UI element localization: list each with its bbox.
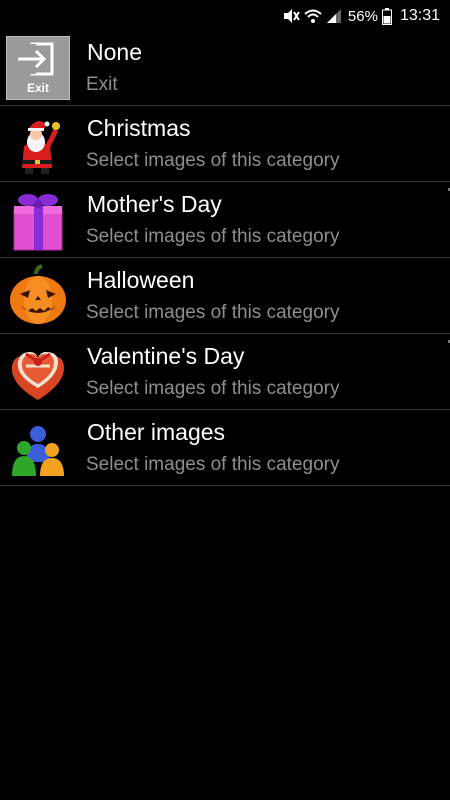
battery-icon — [381, 7, 392, 25]
list-item-title: Mother's Day — [87, 191, 222, 217]
status-bar: 56% 13:31 — [0, 0, 450, 32]
wifi-icon — [304, 8, 322, 24]
list-item-subtitle: Select images of this category — [86, 378, 340, 399]
list-item-subtitle: Select images of this category — [86, 150, 340, 171]
list-item-title: Christmas — [87, 115, 191, 141]
list-item-title: Other images — [87, 419, 226, 445]
list-item-subtitle: Exit — [86, 74, 118, 95]
list-item-title: None — [87, 39, 142, 65]
list-item-other-images[interactable]: Other images Select images of this categ… — [0, 410, 450, 486]
people-icon — [6, 416, 70, 480]
list-item-mothers-day[interactable]: Mother's Day Select images of this categ… — [0, 182, 450, 258]
category-list: Exit None Exit Christmas Select images o… — [0, 30, 450, 486]
signal-icon — [326, 8, 342, 24]
list-item-title: Halloween — [87, 267, 195, 293]
list-item-halloween[interactable]: Halloween Select images of this category — [0, 258, 450, 334]
list-item-subtitle: Select images of this category — [86, 302, 340, 323]
exit-icon-label: Exit — [26, 81, 49, 95]
mute-icon — [282, 8, 300, 24]
gift-icon — [6, 188, 70, 252]
heart-box-icon — [6, 340, 70, 404]
exit-icon: Exit — [6, 36, 70, 100]
list-item-title: Valentine's Day — [87, 343, 245, 369]
list-item-none[interactable]: Exit None Exit — [0, 30, 450, 106]
santa-icon — [6, 112, 70, 176]
list-item-subtitle: Select images of this category — [86, 226, 340, 247]
list-item-subtitle: Select images of this category — [86, 454, 340, 475]
pumpkin-icon — [6, 264, 70, 328]
clock: 13:31 — [399, 7, 440, 24]
list-item-valentines-day[interactable]: Valentine's Day Select images of this ca… — [0, 334, 450, 410]
status-icons: 56% 13:31 — [282, 6, 440, 26]
list-item-christmas[interactable]: Christmas Select images of this category — [0, 106, 450, 182]
battery-percent: 56% — [347, 7, 378, 25]
